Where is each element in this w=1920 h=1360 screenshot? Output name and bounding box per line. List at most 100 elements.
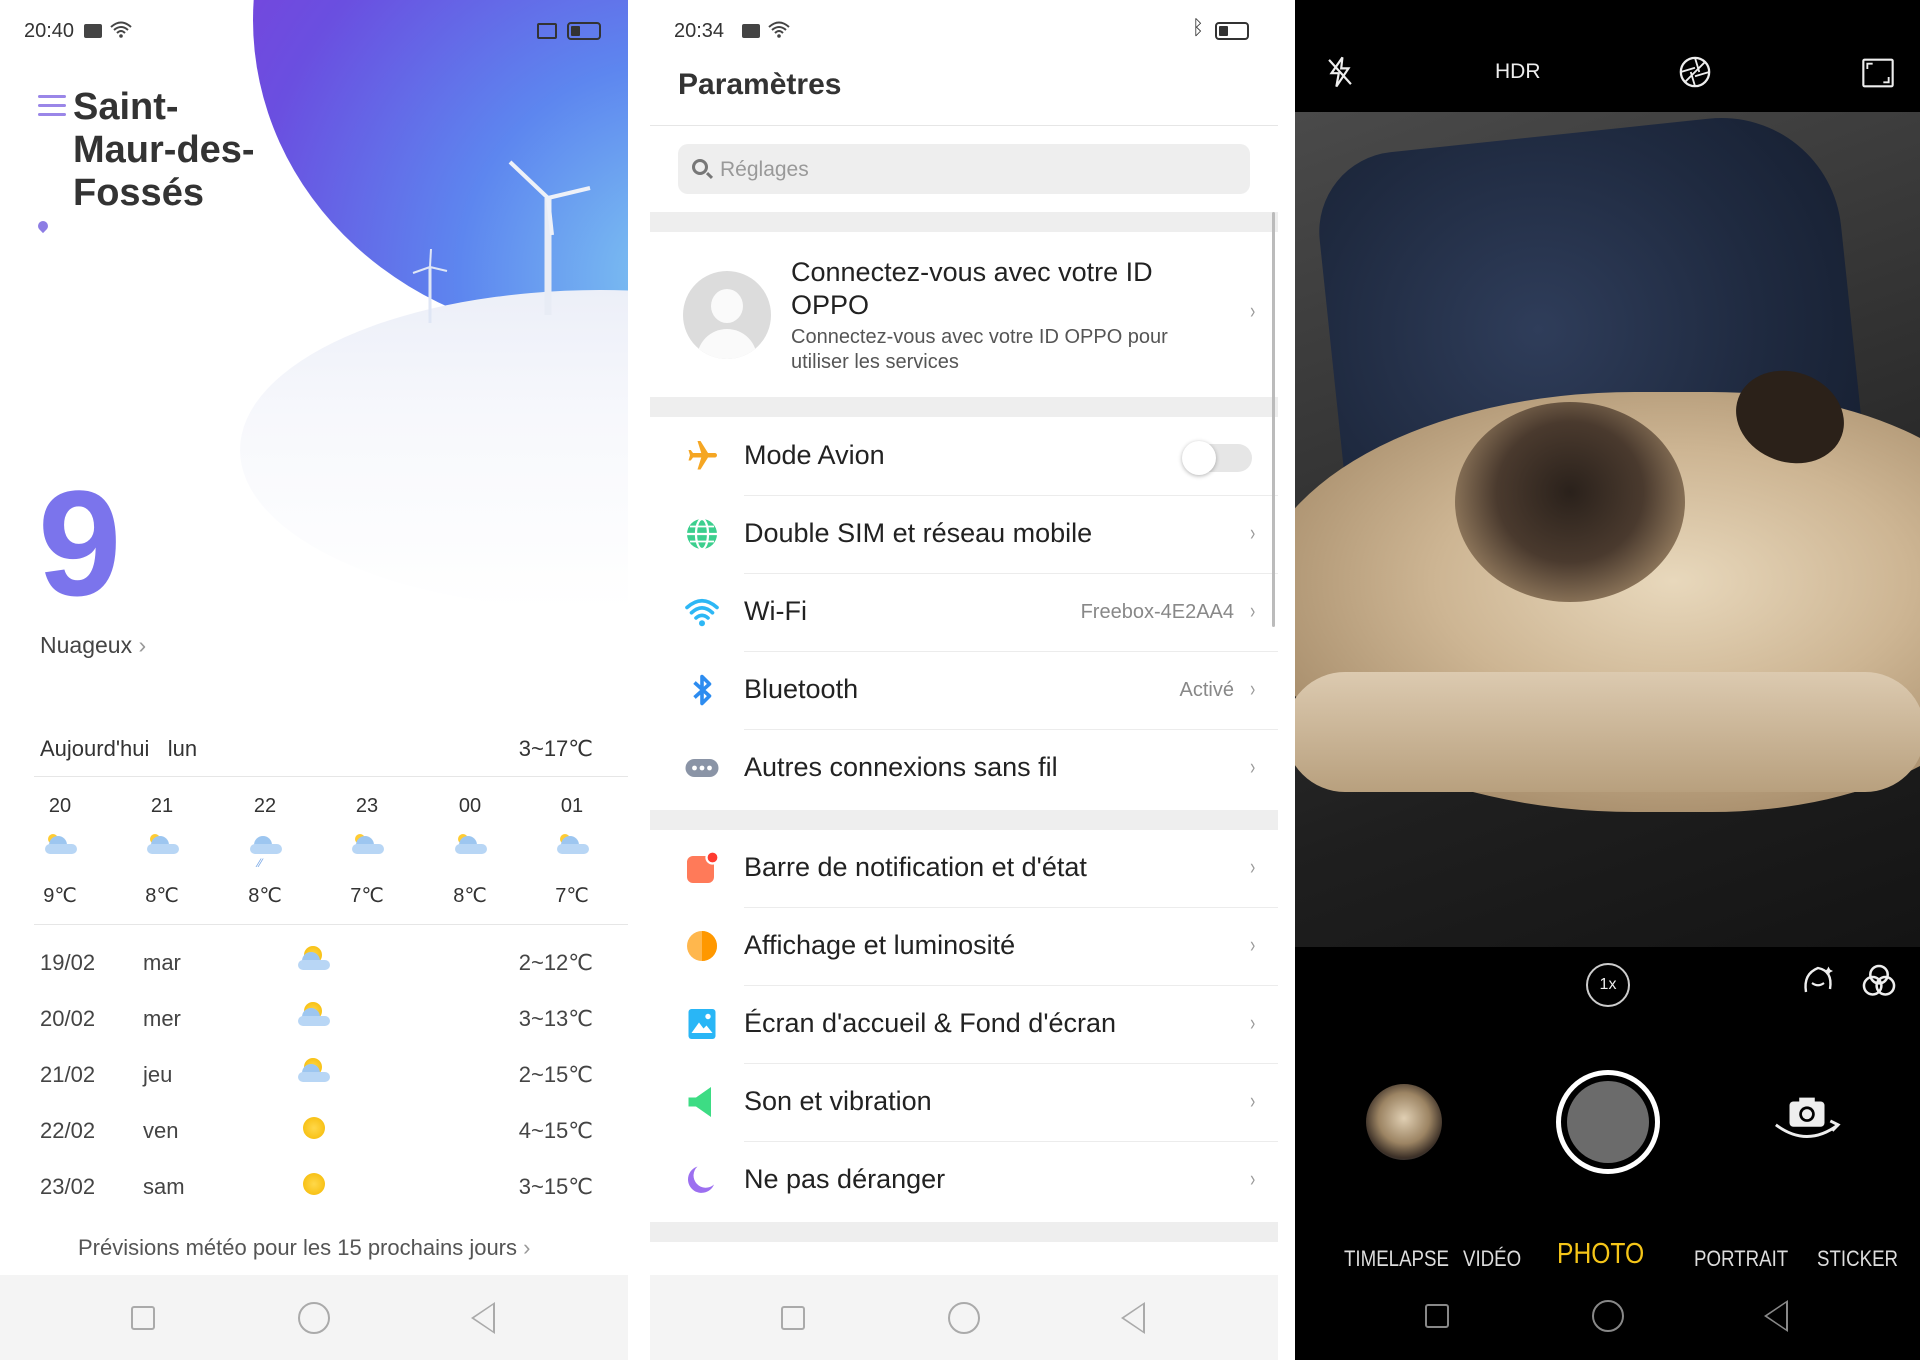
condition-label: Nuageux [40, 632, 133, 658]
filters-icon[interactable] [1860, 962, 1898, 1000]
hour-time: 01 [560, 795, 584, 817]
forecast-15-days-link[interactable]: Prévisions météo pour les 15 prochains j… [78, 1235, 530, 1261]
divider [34, 924, 628, 925]
city-menu-icon[interactable] [38, 95, 66, 122]
recent-apps-icon[interactable] [1425, 1304, 1449, 1328]
search-placeholder: Réglages [720, 158, 809, 181]
section-gap [650, 212, 1278, 232]
location-pin-icon [35, 218, 51, 234]
account-subtitle: Connectez-vous avec votre ID OPPO pour u… [791, 326, 1168, 373]
avatar [683, 271, 771, 359]
day-range: 3~15℃ [518, 1174, 593, 1199]
camera-mode-selector: TIMELAPSE VIDÉO PHOTO PORTRAIT STICKER [1295, 1238, 1920, 1278]
gallery-thumbnail[interactable] [1366, 1084, 1442, 1160]
setting-other-connections[interactable]: Autres connexions sans fil › [650, 730, 1278, 808]
switch-camera-icon[interactable] [1772, 1093, 1842, 1145]
hour-time: 00 [458, 795, 482, 817]
wind-turbine-icon [508, 160, 591, 315]
day-date: 22/02 [40, 1118, 96, 1143]
setting-home-wallpaper[interactable]: Écran d'accueil & Fond d'écran › [650, 986, 1278, 1064]
hour-temp: 8℃ [145, 885, 179, 907]
partly-cloudy-night-icon [557, 836, 589, 854]
camera-viewfinder[interactable] [1295, 112, 1920, 947]
notification-bar-icon [687, 850, 720, 883]
hour-temp: 9℃ [43, 885, 77, 907]
chevron-right-icon: › [523, 1235, 531, 1260]
mode-sticker[interactable]: STICKER [1817, 1246, 1898, 1272]
hdr-toggle[interactable]: HDR [1495, 60, 1541, 84]
setting-label: Affichage et luminosité [744, 930, 1016, 960]
setting-label: Son et vibration [744, 1086, 932, 1116]
chevron-right-icon: › [1249, 1166, 1255, 1191]
chevron-right-icon: › [1249, 1088, 1255, 1113]
back-icon[interactable] [1764, 1300, 1788, 1332]
partly-cloudy-icon [298, 1064, 330, 1082]
hour-time: 21 [150, 795, 174, 817]
airplane-icon [688, 441, 717, 470]
home-icon[interactable] [298, 1302, 330, 1334]
condition-link[interactable]: Nuageux › [40, 632, 146, 659]
setting-label: Wi-Fi [744, 596, 807, 626]
setting-sound-vibration[interactable]: Son et vibration › [650, 1064, 1278, 1142]
mode-portrait[interactable]: PORTRAIT [1694, 1246, 1788, 1272]
wifi-icon [685, 598, 719, 627]
setting-wifi[interactable]: Wi-Fi Freebox-4E2AA4 › [650, 574, 1278, 652]
day-name: sam [143, 1174, 185, 1199]
day-name: ven [143, 1118, 179, 1143]
zoom-level: 1x [1599, 976, 1617, 993]
mode-timelapse[interactable]: TIMELAPSE [1344, 1246, 1449, 1272]
day-range: 3~13℃ [518, 1006, 593, 1031]
divider [650, 125, 1278, 126]
day-range: 2~15℃ [518, 1062, 593, 1087]
home-icon[interactable] [1592, 1300, 1624, 1332]
brightness-icon [687, 931, 717, 961]
back-icon[interactable] [1121, 1302, 1145, 1334]
status-time: 20:34 [674, 20, 725, 42]
mode-video[interactable]: VIDÉO [1463, 1246, 1521, 1272]
setting-label: Ne pas déranger [744, 1164, 946, 1194]
setting-dual-sim[interactable]: Double SIM et réseau mobile › [650, 496, 1278, 574]
aperture-icon[interactable] [1678, 55, 1712, 89]
bluetooth-status-icon: ᛒ [1192, 17, 1204, 39]
partly-cloudy-night-icon [45, 836, 77, 854]
more-connections-icon [685, 759, 719, 777]
setting-label: Barre de notification et d'état [744, 852, 1087, 882]
flash-off-icon[interactable] [1325, 55, 1355, 89]
setting-airplane-mode[interactable]: Mode Avion [650, 418, 1278, 496]
partly-cloudy-night-icon [352, 836, 384, 854]
back-icon[interactable] [471, 1302, 495, 1334]
beauty-mode-icon[interactable] [1800, 962, 1836, 998]
today-range: 3~17℃ [518, 736, 593, 761]
chevron-right-icon: › [1249, 520, 1255, 545]
search-icon [692, 159, 708, 175]
setting-do-not-disturb[interactable]: Ne pas déranger › [650, 1142, 1278, 1220]
setting-display-brightness[interactable]: Affichage et luminosité › [650, 908, 1278, 986]
setting-notification-bar[interactable]: Barre de notification et d'état › [650, 830, 1278, 908]
setting-bluetooth[interactable]: Bluetooth Activé › [650, 652, 1278, 730]
setting-label: Autres connexions sans fil [744, 752, 1058, 782]
today-label: Aujourd'hui [40, 736, 150, 761]
viewfinder-pug-face [1455, 402, 1685, 602]
moon-icon [688, 1166, 714, 1193]
camera-app-screen: HDR 1x TIMELAPSE VIDÉO PHOTO PORTRAIT ST… [1295, 0, 1920, 1360]
shutter-button[interactable] [1556, 1070, 1660, 1174]
chevron-right-icon: › [1249, 754, 1255, 779]
chevron-right-icon: › [1249, 298, 1255, 323]
day-name: mer [143, 1006, 181, 1031]
home-icon[interactable] [948, 1302, 980, 1334]
day-date: 20/02 [40, 1006, 96, 1031]
aspect-ratio-icon[interactable] [1862, 58, 1894, 88]
chevron-right-icon: › [1249, 854, 1255, 879]
mode-photo[interactable]: PHOTO [1557, 1238, 1644, 1271]
partly-cloudy-icon [298, 952, 330, 970]
zoom-button[interactable]: 1x [1586, 963, 1630, 1007]
recent-apps-icon[interactable] [131, 1306, 155, 1330]
chevron-right-icon: › [1249, 598, 1255, 623]
day-name: mar [143, 950, 181, 975]
recent-apps-icon[interactable] [781, 1306, 805, 1330]
section-gap [650, 810, 1278, 830]
scrollbar[interactable] [1272, 212, 1275, 627]
airplane-mode-toggle[interactable] [1182, 441, 1252, 475]
search-input[interactable]: Réglages [678, 144, 1250, 194]
partly-cloudy-night-icon [455, 836, 487, 854]
